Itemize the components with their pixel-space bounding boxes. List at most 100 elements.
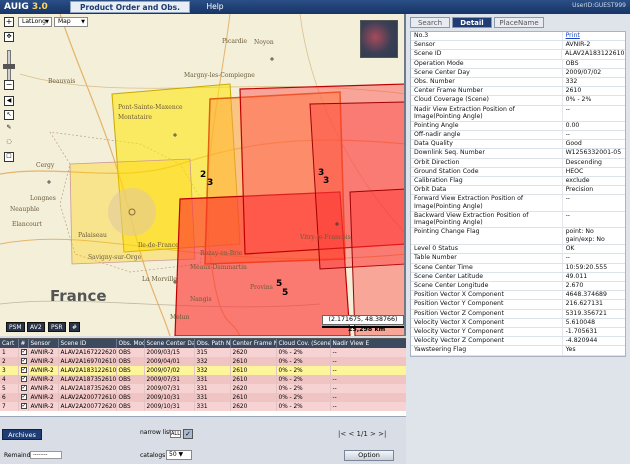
- back-arrow-icon[interactable]: ◀: [4, 96, 14, 106]
- cart-checkbox[interactable]: 4: [0, 375, 19, 384]
- checkbox[interactable]: [20, 366, 27, 373]
- detail-label: Off-nadir angle: [414, 131, 461, 139]
- detail-value: -1.705631: [561, 328, 625, 337]
- table-cell: AVNIR-2: [28, 384, 59, 393]
- town-label: La Morville: [142, 276, 177, 283]
- column-header[interactable]: Obs. Mode: [116, 339, 145, 348]
- table-cell: 2620: [230, 402, 277, 411]
- pencil-icon[interactable]: ✎: [4, 124, 14, 134]
- column-header[interactable]: Sensor: [28, 339, 59, 348]
- detail-value: --: [561, 254, 625, 263]
- detail-label: Nadir View Extraction Position of Image(…: [414, 105, 515, 121]
- table-row[interactable]: 3 AVNIR-2ALAV2A183122610OBS2009/07/023322…: [0, 366, 406, 375]
- map-type-select[interactable]: Map ▼: [54, 17, 88, 27]
- help-button[interactable]: Help: [200, 1, 230, 13]
- checkbox[interactable]: [20, 348, 27, 355]
- table-row[interactable]: 7 AVNIR-2ALAV2A200772620OBS2009/10/313312…: [0, 402, 406, 411]
- print-link[interactable]: Print: [561, 32, 625, 41]
- detail-label: Operation Mode: [414, 59, 464, 67]
- detail-row: Scene Center Longitude 2.670: [411, 282, 625, 292]
- column-header[interactable]: #: [18, 339, 29, 348]
- detail-row: Yawsteering Flag Yes: [411, 346, 625, 356]
- psm-toggle[interactable]: PSM: [6, 322, 25, 332]
- table-row[interactable]: 4 AVNIR-2ALAV2A187352610OBS2009/07/313312…: [0, 375, 406, 384]
- cart-checkbox[interactable]: 2: [0, 357, 19, 366]
- grid-toggle[interactable]: #: [69, 322, 81, 332]
- option-button[interactable]: Option: [344, 450, 394, 461]
- select-checkbox[interactable]: [18, 402, 29, 411]
- select-checkbox[interactable]: [18, 366, 29, 375]
- cart-checkbox[interactable]: 5: [0, 384, 19, 393]
- archives-button[interactable]: Archives: [2, 429, 42, 440]
- checkbox[interactable]: [20, 375, 27, 382]
- product-order-button[interactable]: Product Order and Obs. Request: [70, 1, 190, 24]
- column-header[interactable]: Cloud Cov. (Scene): [276, 339, 331, 348]
- scene-marker[interactable]: 5: [282, 288, 288, 298]
- table-cell: 332: [194, 357, 231, 366]
- table-cell: OBS: [116, 402, 145, 411]
- checkbox[interactable]: [20, 393, 27, 400]
- cart-checkbox[interactable]: 6: [0, 393, 19, 402]
- checkbox[interactable]: [20, 402, 27, 409]
- detail-label: Data Quality: [414, 140, 453, 148]
- map-view[interactable]: LatLong ▼ Map ▼ + ✥ − ◀ ↖ ✎ ◌ ☐ Picardie N…: [0, 14, 406, 336]
- checkbox[interactable]: [20, 384, 27, 391]
- column-header[interactable]: Scene ID: [58, 339, 117, 348]
- bottom-bar: Archives narrow list ALL ✓ |< < 1/1 > >|…: [0, 416, 406, 464]
- zoom-in-button[interactable]: +: [4, 17, 14, 27]
- checkbox[interactable]: [20, 357, 27, 364]
- detail-value: --: [561, 105, 625, 121]
- table-row[interactable]: 6 AVNIR-2ALAV2A200772610OBS2009/10/313312…: [0, 393, 406, 402]
- detail-label: Forward View Extraction Position of Imag…: [414, 195, 524, 211]
- coordinate-select[interactable]: LatLong ▼: [18, 17, 52, 27]
- select-checkbox[interactable]: [18, 375, 29, 384]
- column-header[interactable]: Nadir View E: [330, 339, 406, 348]
- select-checkbox[interactable]: [18, 384, 29, 393]
- select-checkbox[interactable]: [18, 357, 29, 366]
- narrow-check-icon[interactable]: ✓: [183, 429, 193, 439]
- table-cell: AVNIR-2: [28, 402, 59, 411]
- results-table: Cart#SensorScene IDObs. ModeScene Center…: [0, 338, 406, 416]
- select-checkbox[interactable]: [18, 393, 29, 402]
- zoom-slider-handle[interactable]: [3, 64, 15, 69]
- table-cell: 2610: [230, 366, 277, 375]
- scene-marker[interactable]: 3: [207, 178, 213, 188]
- pointer-icon[interactable]: ↖: [4, 110, 14, 120]
- pan-icon[interactable]: ✥: [4, 32, 14, 42]
- column-header[interactable]: Scene Center Day: [144, 339, 195, 348]
- cart-checkbox[interactable]: 3: [0, 366, 19, 375]
- cart-checkbox[interactable]: 7: [0, 402, 19, 411]
- detail-row: Level 0 Status OK: [411, 245, 625, 255]
- narrow-all-button[interactable]: ALL: [170, 430, 181, 438]
- hand-icon[interactable]: ☐: [4, 152, 14, 162]
- scene-thumbnail[interactable]: [360, 20, 398, 58]
- scene-marker[interactable]: 3: [323, 176, 329, 186]
- pagination[interactable]: |< < 1/1 > >|: [338, 430, 386, 438]
- column-header[interactable]: Cart: [0, 339, 19, 348]
- table-row[interactable]: 5 AVNIR-2ALAV2A187352620OBS2009/07/313312…: [0, 384, 406, 393]
- detail-value: AVNIR-2: [561, 41, 625, 50]
- zoom-out-button[interactable]: −: [4, 80, 14, 90]
- remainder-value: --------: [30, 451, 62, 459]
- column-header[interactable]: Obs. Path No.: [194, 339, 231, 348]
- detail-row: Scene Center Latitude 49.011: [411, 272, 625, 283]
- av2-toggle[interactable]: AV2: [27, 322, 45, 332]
- cart-checkbox[interactable]: 1: [0, 348, 19, 357]
- table-row[interactable]: 2 AVNIR-2ALAV2A169702610OBS2009/04/013322…: [0, 357, 406, 366]
- column-header[interactable]: Center Frame No.: [230, 339, 277, 348]
- detail-row: No.3 Print: [411, 32, 625, 42]
- table-cell: AVNIR-2: [28, 375, 59, 384]
- tab-detail[interactable]: Detail: [452, 17, 492, 28]
- detail-value: exclude: [561, 177, 625, 186]
- detail-label: Scene ID: [414, 50, 442, 58]
- lasso-icon[interactable]: ◌: [4, 138, 14, 148]
- town-label: Picardie: [222, 38, 248, 45]
- select-checkbox[interactable]: [18, 348, 29, 357]
- catalogs-select[interactable]: 50 ▼: [166, 450, 192, 460]
- scene-marker[interactable]: 2: [200, 170, 206, 180]
- tab-search[interactable]: Search: [410, 17, 450, 28]
- table-row[interactable]: 1 AVNIR-2ALAV2A167222620OBS2009/03/153152…: [0, 348, 406, 357]
- psr-toggle[interactable]: PSR: [48, 322, 66, 332]
- tab-placename[interactable]: PlaceName: [494, 17, 544, 28]
- detail-value: 0.00: [561, 121, 625, 131]
